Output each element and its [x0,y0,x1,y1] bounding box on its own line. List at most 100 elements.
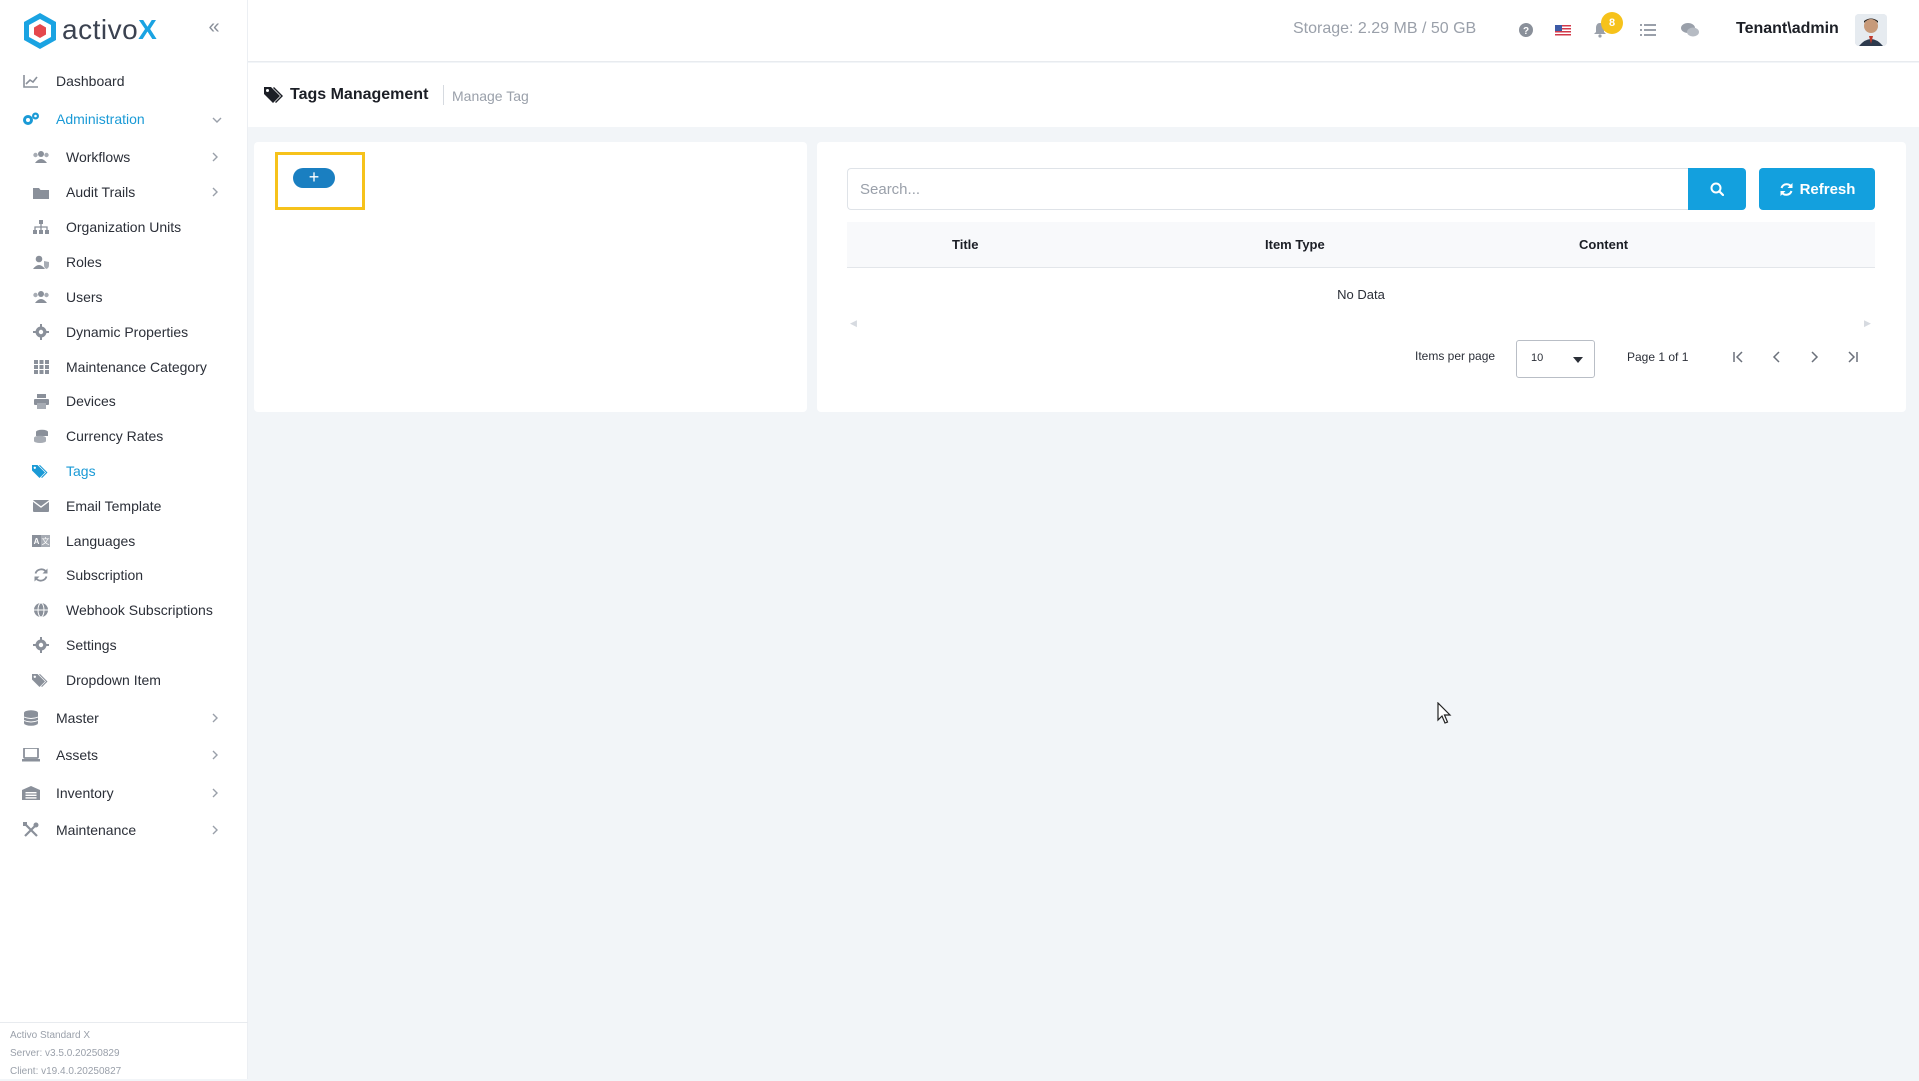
sidebar-item-roles[interactable]: Roles [0,242,248,282]
sidebar-item-dropdown-item[interactable]: Dropdown Item [0,660,248,700]
column-content[interactable]: Content [1579,237,1628,252]
tags-icon [264,87,283,103]
sidebar-item-label: Master [56,710,99,726]
page-title: Tags Management [290,86,429,103]
folder-icon [32,183,50,201]
sidebar-item-master[interactable]: Master [0,698,248,738]
page-header: Tags Management Manage Tag [248,63,1919,127]
sidebar-item-administration[interactable]: Administration [0,99,248,139]
chevron-right-icon [212,150,224,165]
sidebar: activoX « Dashboard Administration Workflo… [0,0,248,1079]
sidebar-item-devices[interactable]: Devices [0,381,248,421]
logo-hex-icon [24,13,56,49]
items-per-page-select[interactable]: 10 [1516,340,1595,378]
add-tag-button[interactable]: + [293,168,335,188]
sidebar-item-email-template[interactable]: Email Template [0,486,248,526]
sidebar-item-maintenance[interactable]: Maintenance [0,810,248,850]
sidebar-item-assets[interactable]: Assets [0,735,248,775]
envelope-icon [32,497,50,515]
sidebar-item-webhook-subscriptions[interactable]: Webhook Subscriptions [0,590,248,630]
topbar: Storage: 2.29 MB / 50 GB ? 8 Tenant\admi… [248,0,1919,62]
sidebar-item-label: Settings [66,637,117,653]
gear-icon [32,323,50,341]
sync-icon [1780,182,1793,196]
sidebar-item-label: Users [66,289,103,305]
task-list-icon[interactable] [1638,20,1658,40]
sidebar-item-label: Maintenance [56,822,137,838]
sidebar-item-label: Email Template [66,498,162,514]
column-title[interactable]: Title [952,237,979,252]
sidebar-item-label: Workflows [66,149,131,165]
table-header: Title Item Type Content [847,222,1875,268]
sidebar-item-label: Organization Units [66,219,182,235]
column-item-type[interactable]: Item Type [1265,237,1325,252]
sidebar-item-label: Dropdown Item [66,672,161,688]
grid-icon [32,358,50,376]
title-divider [443,85,444,105]
sidebar-item-label: Webhook Subscriptions [66,602,213,618]
gear-icon [32,636,50,654]
empty-state: No Data [1337,287,1385,302]
chevron-down-icon [212,112,224,127]
svg-text:A: A [34,537,40,546]
coins-icon [32,427,50,445]
version-info: Activo Standard X Server: v3.5.0.2025082… [0,1022,248,1079]
chevron-right-icon [212,823,224,838]
refresh-button[interactable]: Refresh [1759,168,1875,210]
sidebar-item-label: Languages [66,533,136,549]
logo-text: activoX [62,14,158,45]
logo[interactable]: activoX [22,12,232,49]
sidebar-item-label: Roles [66,254,102,270]
sidebar-item-label: Subscription [66,567,144,583]
search-icon [1710,182,1724,196]
sidebar-item-tags[interactable]: Tags [0,451,248,491]
page-info: Page 1 of 1 [1627,350,1689,364]
sidebar-item-users[interactable]: Users [0,277,248,317]
sidebar-item-audit-trails[interactable]: Audit Trails [0,172,248,212]
sidebar-item-inventory[interactable]: Inventory [0,773,248,813]
caret-down-icon [1573,357,1583,363]
scroll-right-icon[interactable]: ▶ [1864,318,1871,329]
warehouse-icon [22,784,40,802]
globe-icon [32,601,50,619]
chat-icon[interactable] [1680,20,1700,40]
sidebar-item-label: Maintenance Category [66,359,207,375]
mouse-cursor-icon [1437,702,1452,724]
user-name[interactable]: Tenant\admin [1736,20,1839,38]
sync-icon [32,566,50,584]
storage-usage: Storage: 2.29 MB / 50 GB [1293,20,1477,37]
sidebar-item-subscription[interactable]: Subscription [0,555,248,595]
sidebar-item-dashboard[interactable]: Dashboard [0,61,248,101]
printer-icon [32,392,50,410]
sidebar-item-settings[interactable]: Settings [0,625,248,665]
notification-badge: 8 [1601,12,1623,34]
collapse-sidebar-button[interactable]: « [203,16,225,38]
sidebar-item-organization-units[interactable]: Organization Units [0,207,248,247]
prev-page-icon[interactable] [1767,347,1787,367]
chevron-right-icon [212,748,224,763]
last-page-icon[interactable] [1842,347,1862,367]
chevron-right-icon [212,711,224,726]
search-input[interactable] [847,168,1690,210]
first-page-icon[interactable] [1729,347,1749,367]
chart-line-icon [22,72,40,90]
avatar[interactable] [1855,14,1887,46]
us-flag-icon[interactable] [1553,20,1573,40]
tools-icon [22,821,40,839]
scroll-left-icon[interactable]: ◀ [850,318,857,329]
laptop-icon [22,746,40,764]
product-name: Activo Standard X [10,1030,91,1041]
tags-table-panel: Refresh Title Item Type Content No Data … [817,142,1906,412]
items-per-page-value: 10 [1531,352,1544,364]
help-icon[interactable]: ? [1516,20,1536,40]
sidebar-item-workflows[interactable]: Workflows [0,137,248,177]
sidebar-item-currency-rates[interactable]: Currency Rates [0,416,248,456]
sidebar-item-label: Devices [66,393,116,409]
users-icon [32,288,50,306]
search-button[interactable] [1688,168,1746,210]
items-per-page-label: Items per page [1415,349,1496,363]
tags-icon [32,671,50,689]
sidebar-item-label: Administration [56,111,145,127]
sidebar-item-dynamic-properties[interactable]: Dynamic Properties [0,312,248,352]
next-page-icon[interactable] [1804,347,1824,367]
